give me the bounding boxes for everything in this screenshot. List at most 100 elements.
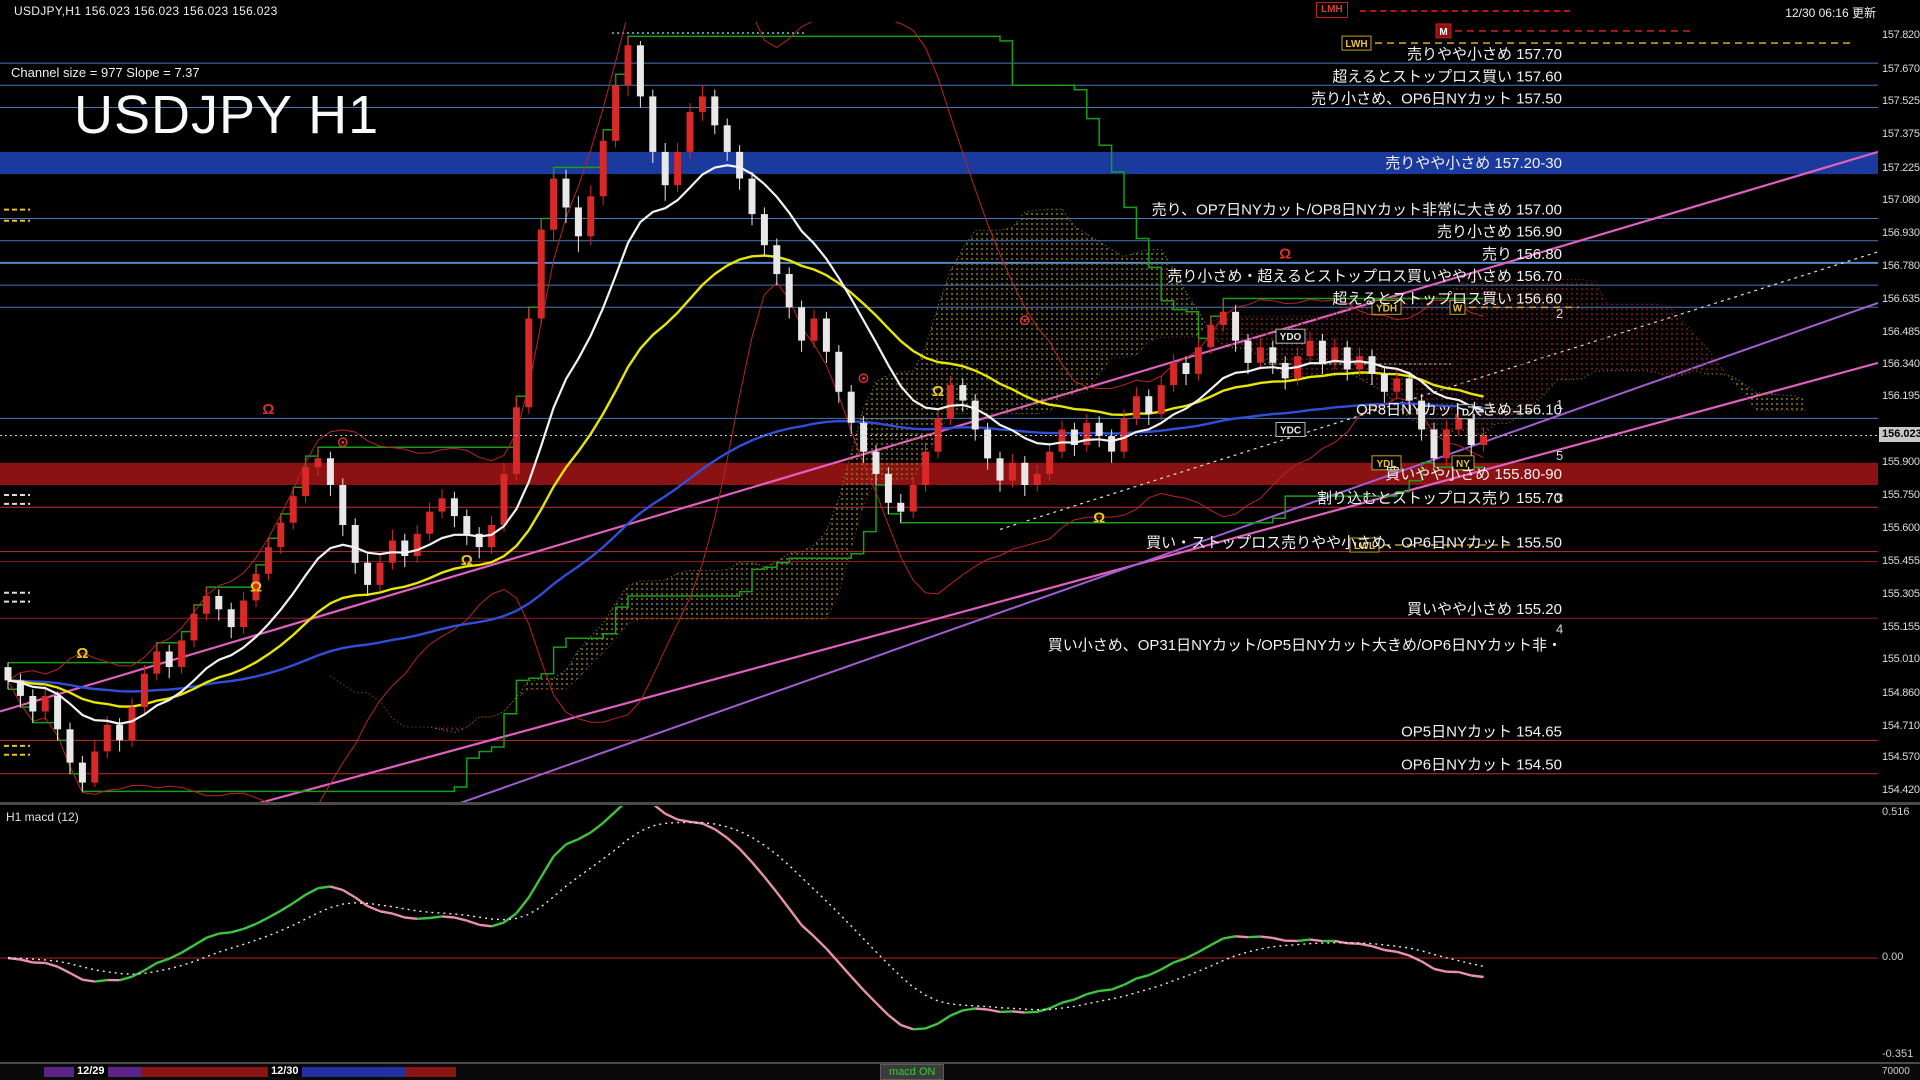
level-annotation: 買いやや小さめ 155.80-90 <box>1385 466 1562 483</box>
candle-body <box>860 423 867 452</box>
candle-body <box>364 563 371 585</box>
macd-line <box>1273 938 1285 941</box>
candle-body <box>228 609 235 627</box>
candle-body <box>1344 347 1351 369</box>
symbol-quote: USDJPY,H1 156.023 156.023 156.023 156.02… <box>14 4 278 18</box>
macd-line <box>1074 994 1086 999</box>
macd-line <box>752 862 764 877</box>
macd-line <box>950 1010 962 1015</box>
candle-body <box>153 652 160 674</box>
macd-line <box>1161 963 1173 970</box>
candle-body <box>1170 363 1177 385</box>
price-axis-label: 157.225 <box>1882 162 1920 174</box>
candle-body <box>811 319 818 341</box>
price-axis-label: 155.010 <box>1882 653 1920 665</box>
level-annotation: 売り小さめ 156.90 <box>1437 224 1562 241</box>
macd-line <box>1025 1012 1037 1013</box>
price-axis-label: 157.820 <box>1882 29 1920 41</box>
candle-body <box>290 496 297 523</box>
macd-line <box>1372 946 1384 950</box>
macd-line <box>206 934 218 938</box>
ichimoku-cloud <box>442 717 479 733</box>
macd-line <box>1186 952 1198 958</box>
ichimoku-cloud <box>330 676 442 730</box>
macd-axis[interactable]: 0.5160.00-0.351 <box>1878 806 1920 1062</box>
signal-marker: Ω <box>76 645 88 662</box>
candle-body <box>1034 474 1041 485</box>
current-price-tag: 156.023 <box>1879 427 1920 442</box>
macd-line <box>1260 937 1272 938</box>
candle-body <box>798 307 805 340</box>
price-axis-label: 156.780 <box>1882 260 1920 272</box>
macd-line <box>926 1024 938 1029</box>
candle-body <box>1009 463 1016 481</box>
macd-panel[interactable]: H1 macd (12) <box>0 806 1878 1062</box>
candle-body <box>1307 341 1314 357</box>
candle-body <box>265 547 272 574</box>
macd-line <box>653 806 665 814</box>
candle-body <box>1443 430 1450 459</box>
macd-line <box>963 1009 975 1011</box>
lmh-marker-box[interactable]: LMH <box>1316 2 1348 18</box>
candle-body <box>5 667 12 680</box>
macd-line <box>938 1016 950 1024</box>
session-block <box>298 1067 406 1077</box>
macd-line <box>566 839 578 844</box>
candle-body <box>1145 396 1152 414</box>
price-axis[interactable]: 157.820157.670157.525157.375157.225157.0… <box>1878 22 1920 802</box>
macd-line <box>913 1028 925 1029</box>
macd-line <box>975 1009 987 1010</box>
macd-line <box>1434 969 1446 972</box>
price-zone[interactable] <box>0 152 1878 174</box>
panel-separator[interactable] <box>0 802 1920 805</box>
candle-body <box>848 392 855 423</box>
macd-line <box>591 823 603 833</box>
candle-body <box>1046 452 1053 474</box>
signal-marker: Ω <box>1093 510 1105 527</box>
macd-line <box>764 877 776 892</box>
candle-body <box>885 474 892 503</box>
macd-line <box>702 824 714 830</box>
macd-line <box>529 877 541 898</box>
candle-body <box>327 458 334 485</box>
candle-body <box>1369 356 1376 374</box>
line-number-label: 4 <box>1556 621 1563 636</box>
macd-line <box>826 949 838 963</box>
candle-body <box>277 523 284 547</box>
macd-line <box>901 1025 913 1029</box>
level-annotation: 超えるとストップロス買い 156.60 <box>1332 290 1562 307</box>
macd-toggle-button[interactable]: macd ON <box>880 1064 944 1080</box>
signal-marker: ⊙ <box>857 370 870 387</box>
line-number-label: 5 <box>1556 448 1563 463</box>
macd-line <box>541 856 553 877</box>
candle-body <box>984 430 991 459</box>
line-number-label: 2 <box>1556 306 1563 321</box>
price-axis-label: 155.155 <box>1882 621 1920 633</box>
ichimoku-cloud <box>1732 376 1806 410</box>
candle-body <box>959 385 966 401</box>
channel-info: Channel size = 977 Slope = 7.37 <box>8 64 203 81</box>
macd-line <box>1174 958 1186 962</box>
macd-line <box>293 895 305 903</box>
candle-body <box>352 525 359 563</box>
price-axis-label: 154.860 <box>1882 687 1920 699</box>
timeline-strip[interactable]: macd ON 70000 12/2912/30 <box>0 1064 1920 1080</box>
candle-body <box>302 467 309 496</box>
macd-line <box>1211 938 1223 945</box>
macd-line <box>380 911 392 913</box>
macd-line <box>1397 952 1409 956</box>
price-chart-area[interactable]: ΩΩΩ⊙Ω⊙Ω⊙ΩΩMLWHYDHWYDODYDCYDLNYLWL売りやや小さめ… <box>0 22 1878 802</box>
macd-svg[interactable] <box>0 806 1878 1062</box>
candle-body <box>104 725 111 752</box>
price-zone[interactable] <box>0 463 1878 485</box>
level-annotation: 売りやや小さめ 157.70 <box>1407 46 1562 63</box>
candle-body <box>1282 363 1289 379</box>
top-bar: USDJPY,H1 156.023 156.023 156.023 156.02… <box>0 0 1920 22</box>
macd-line <box>1136 975 1148 978</box>
candle-body <box>1232 312 1239 341</box>
macd-line <box>1298 940 1310 941</box>
candle-body <box>773 245 780 274</box>
macd-line <box>504 913 516 922</box>
candle-body <box>79 763 86 783</box>
marker-box-label: YDC <box>1280 426 1301 437</box>
